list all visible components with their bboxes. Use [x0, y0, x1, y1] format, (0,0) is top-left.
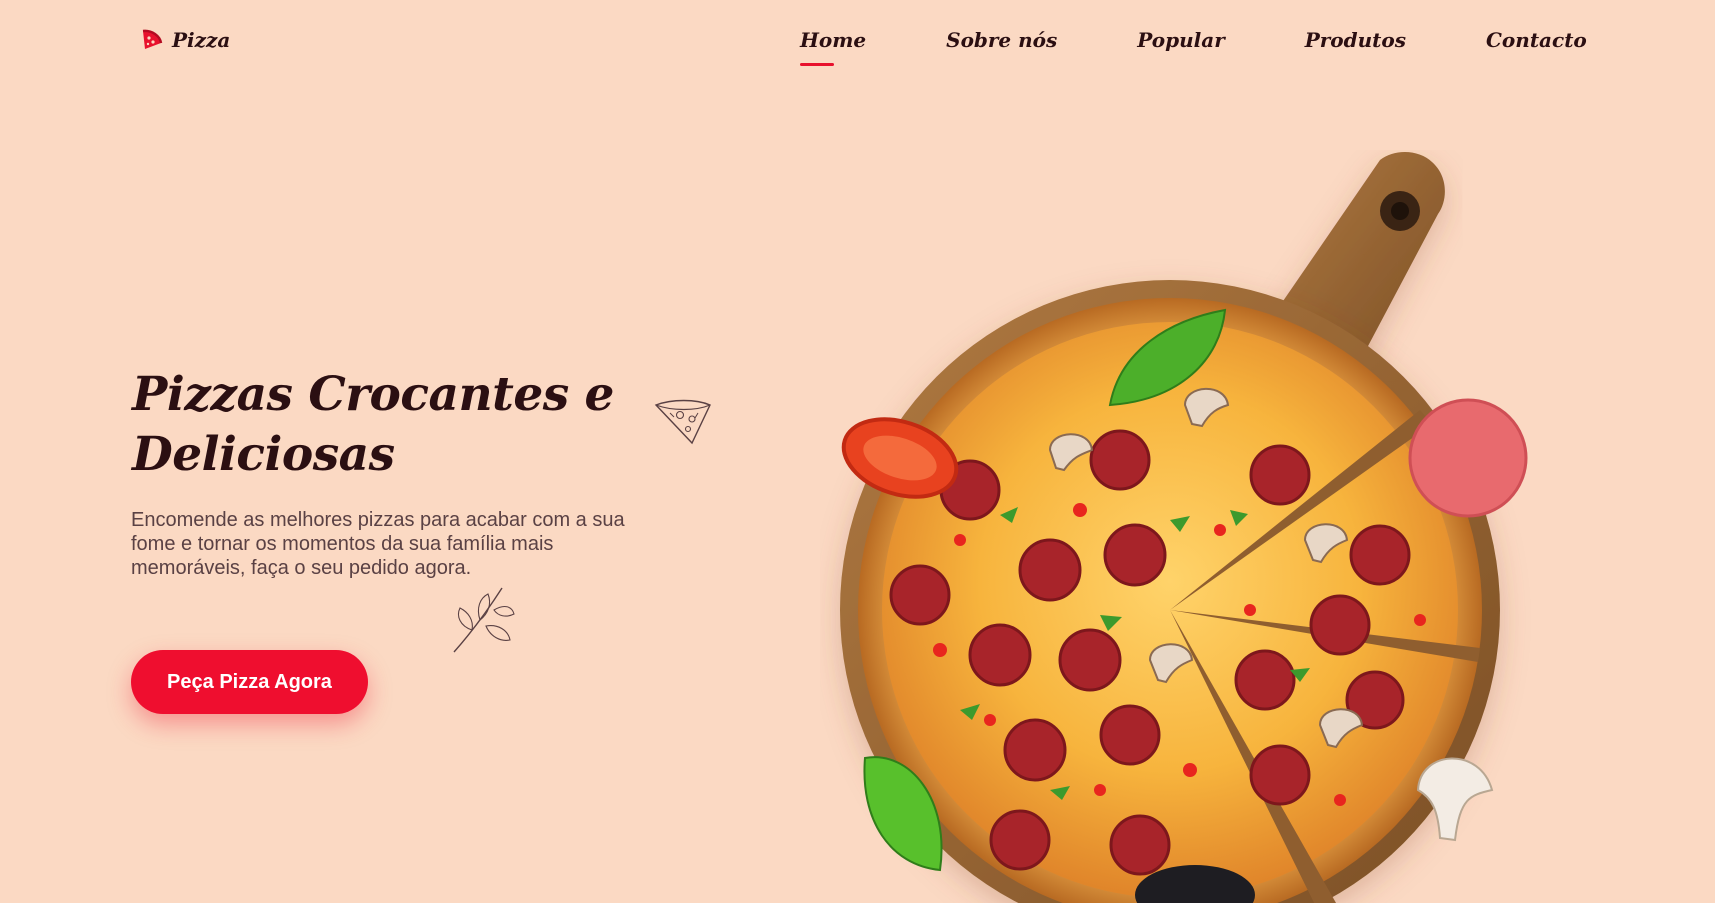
nav-item-home[interactable]: Home	[800, 28, 866, 66]
pizza-slice-icon	[142, 29, 163, 49]
main-nav: Home Sobre nós Popular Produtos Contacto	[800, 28, 1587, 66]
nav-item-sobre-nos[interactable]: Sobre nós	[946, 28, 1057, 52]
landing-page: Pizza Home Sobre nós Popular Produtos Co…	[0, 0, 1715, 903]
order-pizza-button[interactable]: Peça Pizza Agora	[131, 650, 368, 714]
brand-logo[interactable]: Pizza	[140, 28, 230, 52]
hero-description: Encomende as melhores pizzas para acabar…	[131, 509, 625, 579]
whole-mushroom	[1416, 757, 1494, 842]
pizza-slice-doodle-icon	[654, 399, 711, 445]
hero-title: Pizzas Crocantes e Deliciosas	[132, 365, 692, 485]
site-header: Pizza Home Sobre nós Popular Produtos Co…	[0, 0, 1715, 90]
brand-name: Pizza	[172, 28, 231, 52]
salami-slice	[1408, 398, 1528, 518]
herb-leaf-doodle-icon	[453, 587, 515, 653]
nav-item-contacto[interactable]: Contacto	[1486, 28, 1587, 52]
nav-item-popular[interactable]: Popular	[1137, 28, 1224, 52]
hero-title-line-1: Pizzas Crocantes e	[132, 367, 614, 422]
nav-item-produtos[interactable]: Produtos	[1305, 28, 1406, 52]
pizza-board-illustration	[840, 151, 1528, 903]
hero-title-line-2: Deliciosas	[132, 427, 395, 482]
